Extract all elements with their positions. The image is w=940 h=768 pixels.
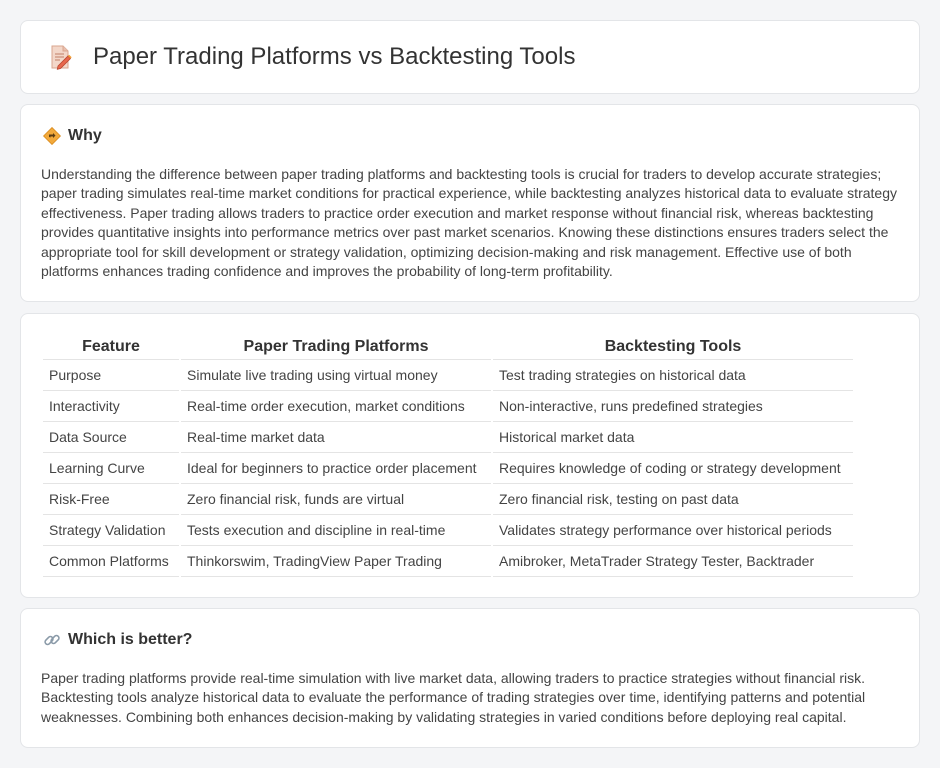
paper-trading-cell: Real-time market data <box>181 422 491 453</box>
page-title: Paper Trading Platforms vs Backtesting T… <box>93 43 576 70</box>
backtesting-cell: Amibroker, MetaTrader Strategy Tester, B… <box>493 546 853 577</box>
comparison-table: Feature Paper Trading Platforms Backtest… <box>41 334 855 577</box>
diamond-direction-icon <box>43 127 61 145</box>
table-card: Feature Paper Trading Platforms Backtest… <box>20 313 920 598</box>
backtesting-cell: Historical market data <box>493 422 853 453</box>
better-card: Which is better? Paper trading platforms… <box>20 608 920 748</box>
table-header-row: Feature Paper Trading Platforms Backtest… <box>43 334 853 360</box>
better-title: Which is better? <box>68 631 193 648</box>
table-row: Interactivity Real-time order execution,… <box>43 391 853 422</box>
backtesting-cell: Test trading strategies on historical da… <box>493 360 853 391</box>
header-backtesting: Backtesting Tools <box>493 334 853 360</box>
feature-cell: Interactivity <box>43 391 179 422</box>
header-feature: Feature <box>43 334 179 360</box>
paper-trading-cell: Ideal for beginners to practice order pl… <box>181 453 491 484</box>
table-row: Strategy Validation Tests execution and … <box>43 515 853 546</box>
header-paper-trading: Paper Trading Platforms <box>181 334 491 360</box>
document-pencil-icon <box>51 45 72 70</box>
feature-cell: Purpose <box>43 360 179 391</box>
why-text: Understanding the difference between pap… <box>41 166 897 280</box>
paper-trading-cell: Thinkorswim, TradingView Paper Trading <box>181 546 491 577</box>
feature-cell: Learning Curve <box>43 453 179 484</box>
table-row: Common Platforms Thinkorswim, TradingVie… <box>43 546 853 577</box>
paper-trading-cell: Zero financial risk, funds are virtual <box>181 484 491 515</box>
table-row: Learning Curve Ideal for beginners to pr… <box>43 453 853 484</box>
backtesting-cell: Requires knowledge of coding or strategy… <box>493 453 853 484</box>
paper-trading-cell: Tests execution and discipline in real-t… <box>181 515 491 546</box>
backtesting-cell: Zero financial risk, testing on past dat… <box>493 484 853 515</box>
table-row: Data Source Real-time market data Histor… <box>43 422 853 453</box>
feature-cell: Strategy Validation <box>43 515 179 546</box>
table-row: Risk-Free Zero financial risk, funds are… <box>43 484 853 515</box>
why-card: Why Understanding the difference between… <box>20 104 920 302</box>
backtesting-cell: Non-interactive, runs predefined strateg… <box>493 391 853 422</box>
why-title: Why <box>68 127 102 144</box>
better-text: Paper trading platforms provide real-tim… <box>41 670 866 725</box>
paper-trading-cell: Simulate live trading using virtual mone… <box>181 360 491 391</box>
better-heading: Which is better? <box>43 631 192 649</box>
backtesting-cell: Validates strategy performance over hist… <box>493 515 853 546</box>
feature-cell: Common Platforms <box>43 546 179 577</box>
feature-cell: Risk-Free <box>43 484 179 515</box>
paper-trading-cell: Real-time order execution, market condit… <box>181 391 491 422</box>
why-heading: Why <box>43 127 102 145</box>
table-row: Purpose Simulate live trading using virt… <box>43 360 853 391</box>
link-icon <box>44 634 60 646</box>
header-card: Paper Trading Platforms vs Backtesting T… <box>20 20 920 94</box>
feature-cell: Data Source <box>43 422 179 453</box>
